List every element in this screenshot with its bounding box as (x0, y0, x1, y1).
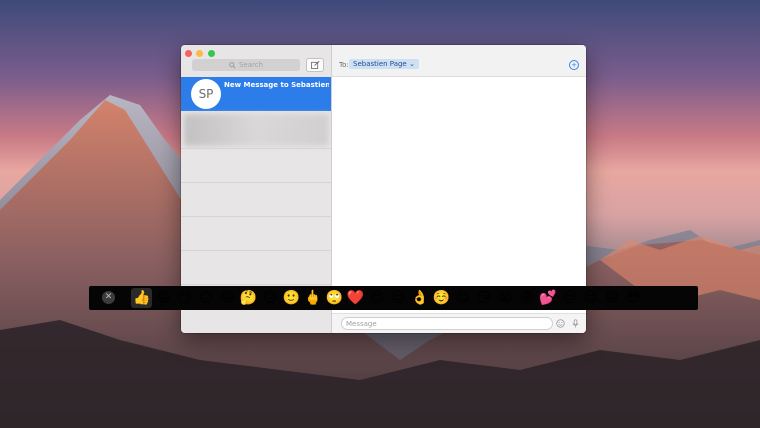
touch-bar-close-button[interactable]: ✕ (102, 291, 115, 304)
emoji-touch-bar: ✕ 👍 😅 😶 🙃 😂 🤔 😥 🙂 🖕 🙄 ❤️ 😍 😔 👌 ☺️ 😊 😘 😭 … (89, 286, 698, 310)
add-recipient-button[interactable]: + (569, 60, 579, 70)
search-placeholder: Search (238, 61, 264, 69)
conversation-item-blurred[interactable] (184, 114, 329, 146)
emoji-disappointed-relieved[interactable]: 😥 (259, 288, 280, 308)
emoji-thinking[interactable]: 🤔 (238, 288, 259, 308)
emoji-kiss[interactable]: 😘 (473, 288, 494, 308)
emoji-pensive[interactable]: 😔 (388, 288, 409, 308)
emoji-joy[interactable]: 😂 (217, 288, 238, 308)
conversation-title: New Message to Sebastien Page (224, 81, 329, 89)
emoji-thumbs-up[interactable]: 👍 (131, 288, 153, 308)
message-input-bar: Message (332, 313, 586, 333)
emoji-strip: 👍 😅 😶 🙃 😂 🤔 😥 🙂 🖕 🙄 ❤️ 😍 😔 👌 ☺️ 😊 😘 😭 😩 … (131, 288, 644, 308)
emoji-sweat-smile[interactable]: 😅 (152, 288, 173, 308)
emoji-upside-down[interactable]: 🙃 (195, 288, 216, 308)
recipient-name: Sebastien Page (353, 60, 407, 68)
message-placeholder: Message (346, 320, 377, 328)
emoji-weary[interactable]: 😩 (516, 288, 537, 308)
search-input[interactable]: Search (192, 59, 300, 71)
list-divider (181, 250, 331, 251)
emoji-eye-roll[interactable]: 🙄 (324, 288, 345, 308)
recipient-bar: To: Sebastien Page ⌄ + (332, 45, 586, 77)
emoji-flushed[interactable]: 😳 (623, 288, 644, 308)
chevron-down-icon: ⌄ (406, 60, 415, 68)
emoji-two-hearts[interactable]: 💕 (537, 288, 558, 308)
search-icon (229, 61, 236, 69)
list-divider (181, 182, 331, 183)
emoji-unamused[interactable]: 😒 (559, 288, 580, 308)
zoom-window-button[interactable] (208, 50, 215, 57)
message-input[interactable]: Message (341, 317, 553, 330)
microphone-icon[interactable] (571, 319, 580, 328)
emoji-picker-icon[interactable] (556, 319, 565, 328)
list-divider (181, 148, 331, 149)
emoji-middle-finger[interactable]: 🖕 (302, 288, 323, 308)
emoji-heart-eyes[interactable]: 😍 (366, 288, 387, 308)
emoji-red-heart[interactable]: ❤️ (345, 288, 366, 308)
emoji-blush[interactable]: 😊 (452, 288, 473, 308)
compose-icon (310, 61, 320, 69)
minimize-window-button[interactable] (196, 50, 203, 57)
emoji-grin[interactable]: 😁 (602, 288, 623, 308)
emoji-relaxed[interactable]: ☺️ (430, 288, 451, 308)
close-window-button[interactable] (185, 50, 192, 57)
emoji-no-mouth[interactable]: 😶 (174, 288, 195, 308)
emoji-ok-hand[interactable]: 👌 (409, 288, 430, 308)
list-divider (181, 284, 331, 285)
list-divider (181, 216, 331, 217)
emoji-slight-smile[interactable]: 🙂 (281, 288, 302, 308)
compose-button[interactable] (306, 58, 324, 72)
to-label: To: (339, 61, 349, 69)
emoji-sob[interactable]: 😭 (495, 288, 516, 308)
plus-icon: + (571, 61, 577, 69)
emoji-relieved[interactable]: 😌 (580, 288, 601, 308)
recipient-token[interactable]: Sebastien Page ⌄ (349, 59, 419, 69)
avatar: SP (191, 79, 221, 109)
